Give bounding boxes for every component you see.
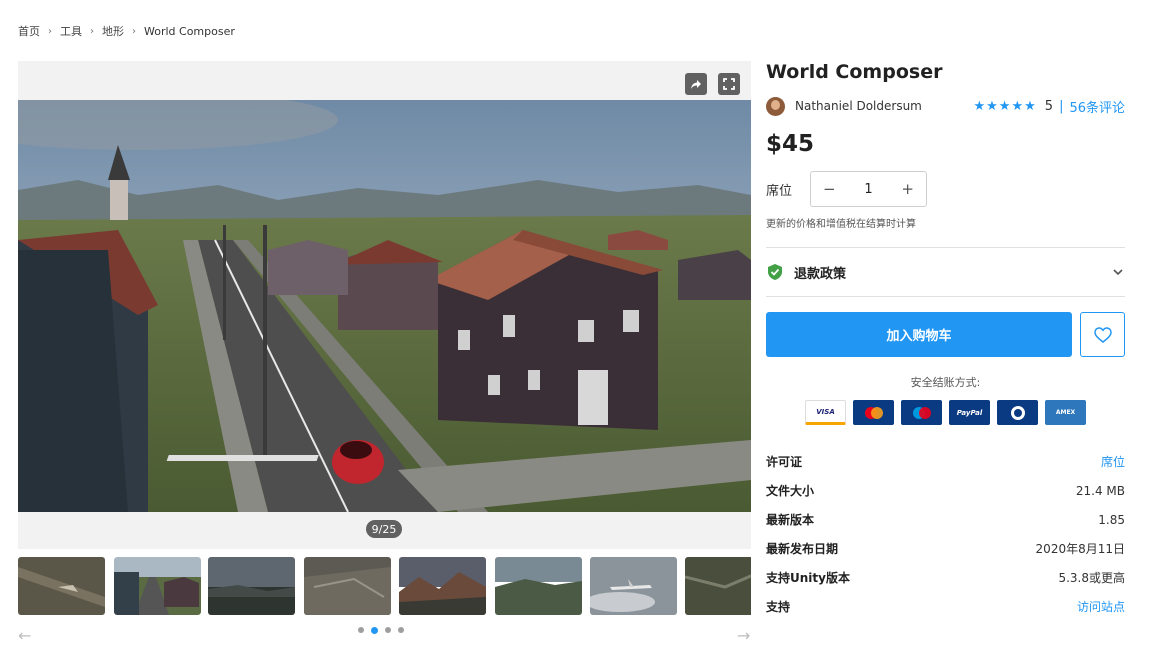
detail-value: 5.3.8或更高 (1058, 571, 1125, 585)
breadcrumb-tools[interactable]: 工具 (60, 23, 82, 39)
shield-check-icon (768, 264, 782, 280)
carousel-dot[interactable] (398, 627, 404, 633)
carousel-dot[interactable] (385, 627, 391, 633)
reviews-link[interactable]: 56条评论 (1069, 97, 1125, 116)
refund-policy-label: 退款政策 (794, 266, 847, 282)
product-panel: World Composer Nathaniel Doldersum ★★★★★… (766, 58, 1125, 621)
main-product-image[interactable] (18, 100, 751, 512)
carousel-dot-active[interactable] (371, 626, 378, 634)
detail-value: 2020年8月11日 (1035, 542, 1125, 556)
breadcrumb-home[interactable]: 首页 (18, 23, 40, 39)
rating: ★★★★★ 5 | 56条评论 (974, 97, 1126, 116)
seller-avatar[interactable] (766, 96, 785, 116)
arrow-right-icon[interactable]: → (737, 628, 750, 644)
detail-key: 文件大小 (766, 484, 815, 498)
detail-row-version: 最新版本 1.85 (766, 505, 1125, 534)
amex-icon: AMEX (1045, 400, 1086, 425)
seat-label: 席位 (766, 183, 793, 199)
detail-row-unity-version: 支持Unity版本 5.3.8或更高 (766, 563, 1125, 592)
detail-key: 最新发布日期 (766, 542, 839, 556)
image-gallery: 9/25 (18, 61, 751, 549)
rating-separator: | (1059, 98, 1064, 114)
breadcrumb-terrain[interactable]: 地形 (102, 23, 124, 39)
thumbnail-satellite-terrain[interactable] (685, 557, 751, 615)
add-to-cart-button[interactable]: 加入购物车 (766, 312, 1073, 357)
secure-checkout-label: 安全结账方式: (910, 376, 981, 389)
breadcrumb: 首页 › 工具 › 地形 › World Composer (18, 23, 235, 39)
thumbnail-airplane-clouds[interactable] (590, 557, 677, 615)
detail-row-release-date: 最新发布日期 2020年8月11日 (766, 534, 1125, 563)
thumbnail-town-street[interactable] (112, 557, 203, 615)
quantity-stepper: − 1 + (810, 171, 927, 207)
price-note: 更新的价格和增值税在结算时计算 (766, 219, 916, 230)
product-price: $45 (766, 131, 815, 157)
detail-row-license: 许可证 席位 (766, 447, 1125, 476)
detail-value: 21.4 MB (1075, 483, 1125, 498)
detail-value: 1.85 (1098, 512, 1125, 527)
license-link[interactable]: 席位 (1101, 453, 1125, 470)
arrow-left-icon[interactable]: ← (18, 628, 31, 644)
carousel-dot[interactable] (358, 627, 364, 633)
chevron-right-icon: › (132, 25, 136, 37)
thumbnail-strip (18, 557, 751, 615)
support-site-link[interactable]: 访问站点 (1077, 598, 1125, 615)
town-scene-image (18, 100, 751, 512)
share-button[interactable] (685, 73, 707, 95)
detail-row-support: 支持 访问站点 (766, 592, 1125, 621)
quantity-value[interactable]: 1 (864, 182, 872, 197)
thumbnail-mountains-sunset[interactable] (399, 557, 486, 615)
maestro-icon (901, 400, 942, 425)
paypal-icon: PayPal (949, 400, 990, 425)
diners-club-icon (997, 400, 1038, 425)
thumbnail-aerial-river[interactable] (18, 557, 105, 615)
thumbnail-green-hills[interactable] (495, 557, 582, 615)
plus-button[interactable]: + (901, 180, 914, 198)
cart-row: 加入购物车 (766, 312, 1125, 357)
product-details: 许可证 席位 文件大小 21.4 MB 最新版本 1.85 最新发布日期 202… (766, 447, 1125, 621)
detail-key: 许可证 (766, 455, 803, 469)
rating-value: 5 (1044, 98, 1054, 114)
detail-key: 支持Unity版本 (766, 571, 850, 585)
thumbnail-dry-terrain[interactable] (304, 557, 391, 615)
chevron-right-icon: › (90, 25, 94, 37)
chevron-down-icon (1113, 269, 1123, 276)
thumbnail-dusk-hills[interactable] (208, 557, 295, 615)
wishlist-button[interactable] (1080, 312, 1125, 357)
fullscreen-button[interactable] (718, 73, 740, 95)
seller-name[interactable]: Nathaniel Doldersum (795, 99, 922, 113)
image-counter: 9/25 (366, 520, 402, 538)
visa-card-icon: VISA (805, 400, 846, 425)
share-icon (691, 80, 701, 89)
breadcrumb-current: World Composer (144, 24, 235, 38)
minus-button[interactable]: − (823, 180, 836, 198)
fullscreen-icon (723, 78, 735, 90)
seller-row: Nathaniel Doldersum ★★★★★ 5 | 56条评论 (766, 95, 1125, 117)
detail-row-file-size: 文件大小 21.4 MB (766, 476, 1125, 505)
chevron-right-icon: › (48, 25, 52, 37)
carousel-dots (358, 626, 404, 634)
product-title: World Composer (766, 61, 943, 83)
star-rating-icon: ★★★★★ (973, 98, 1037, 114)
divider (766, 296, 1125, 297)
mastercard-icon (853, 400, 894, 425)
detail-key: 最新版本 (766, 513, 815, 527)
refund-policy-toggle[interactable]: 退款政策 (766, 248, 1125, 296)
payment-methods: VISA PayPal AMEX (766, 400, 1125, 425)
heart-icon (1093, 326, 1112, 343)
seat-row: 席位 − 1 + (766, 171, 1125, 207)
detail-key: 支持 (766, 600, 791, 614)
